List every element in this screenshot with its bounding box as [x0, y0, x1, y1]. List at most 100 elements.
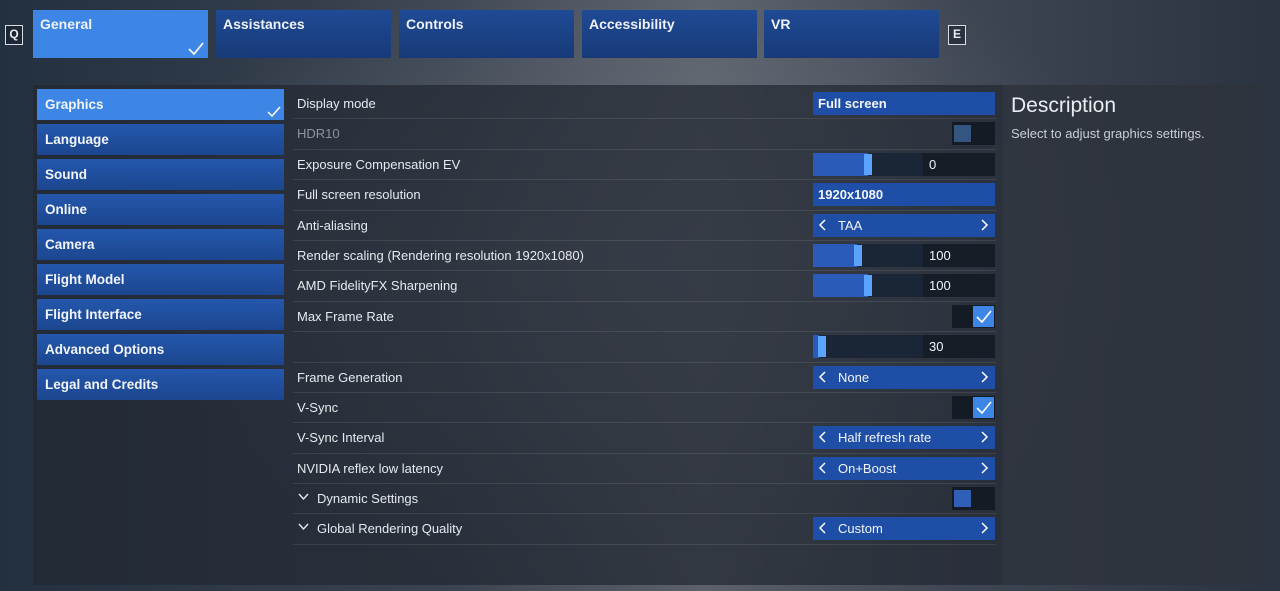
setting-label: Frame Generation: [297, 369, 403, 385]
render-scaling-slider[interactable]: 100: [813, 243, 995, 267]
sidebar-item-label: Flight Interface: [45, 307, 142, 322]
max-frame-rate-toggle[interactable]: [952, 304, 995, 328]
slider-track: [813, 274, 923, 298]
sidebar-item-camera[interactable]: Camera: [37, 229, 284, 260]
chevron-down-icon[interactable]: [298, 493, 309, 501]
slider-fill: [813, 243, 857, 267]
slider-thumb[interactable]: [864, 153, 872, 175]
check-icon: [267, 106, 281, 118]
chevron-left-icon[interactable]: [818, 219, 828, 231]
setting-row-frame-rate-limit: 30: [293, 332, 996, 363]
selector-value: On+Boost: [838, 460, 897, 476]
toggle-checked: [973, 396, 994, 418]
chevron-left-icon[interactable]: [818, 522, 828, 534]
sidebar-item-label: Legal and Credits: [45, 377, 159, 392]
chevron-left-icon[interactable]: [818, 431, 828, 443]
sidebar-item-label: Camera: [45, 237, 95, 252]
sidebar-item-graphics[interactable]: Graphics: [37, 89, 284, 120]
slider-thumb[interactable]: [864, 275, 872, 297]
slider-value: 30: [929, 339, 944, 355]
setting-row-vsync: V-Sync: [293, 393, 996, 424]
setting-row-vsync-interval: V-Sync Interval Half refresh rate: [293, 423, 996, 454]
setting-row-hdr10: HDR10: [293, 119, 996, 150]
key-hint-q[interactable]: Q: [5, 25, 23, 45]
global-quality-selector[interactable]: Custom: [813, 517, 995, 541]
tab-label: Accessibility: [589, 16, 675, 32]
setting-label: Max Frame Rate: [297, 308, 394, 324]
toggle-knob: [954, 490, 971, 508]
tab-accessibility[interactable]: Accessibility: [582, 10, 757, 58]
chevron-right-icon[interactable]: [979, 219, 989, 231]
top-tab-bar: Q General Assistances Controls Accessibi…: [0, 0, 1280, 66]
setting-label: Dynamic Settings: [317, 491, 419, 507]
chevron-right-icon[interactable]: [979, 370, 989, 383]
setting-label: Full screen resolution: [297, 187, 421, 203]
tab-label: Assistances: [223, 16, 305, 32]
frame-rate-limit-slider[interactable]: 30: [813, 335, 995, 359]
description-text: Select to adjust graphics settings.: [1011, 126, 1205, 141]
slider-thumb[interactable]: [854, 244, 862, 266]
sidebar-item-label: Graphics: [45, 97, 104, 112]
sidebar-item-label: Advanced Options: [45, 342, 165, 357]
description-panel: Description Select to adjust graphics se…: [1003, 85, 1261, 585]
slider-thumb[interactable]: [818, 336, 826, 358]
sidebar-item-legal-and-credits[interactable]: Legal and Credits: [37, 369, 284, 400]
tab-controls[interactable]: Controls: [399, 10, 574, 58]
key-hint-e[interactable]: E: [948, 25, 966, 45]
setting-row-render-scaling: Render scaling (Rendering resolution 192…: [293, 241, 996, 272]
sidebar-item-language[interactable]: Language: [37, 124, 284, 155]
exposure-slider[interactable]: 0: [813, 152, 995, 176]
anti-aliasing-selector[interactable]: TAA: [813, 213, 995, 237]
tab-assistances[interactable]: Assistances: [216, 10, 391, 58]
sidebar-item-sound[interactable]: Sound: [37, 159, 284, 190]
check-icon: [976, 310, 992, 323]
setting-row-display-mode: Display mode Full screen: [293, 89, 996, 120]
fsr-sharpening-slider[interactable]: 100: [813, 274, 995, 298]
display-mode-dropdown[interactable]: Full screen: [813, 92, 995, 115]
slider-track: [813, 243, 923, 267]
setting-row-anti-aliasing: Anti-aliasing TAA: [293, 211, 996, 241]
vsync-interval-selector[interactable]: Half refresh rate: [813, 426, 995, 450]
sidebar-item-label: Flight Model: [45, 272, 125, 287]
setting-row-exposure: Exposure Compensation EV 0: [293, 150, 996, 181]
setting-row-fsr-sharpening: AMD FidelityFX Sharpening 100: [293, 271, 996, 302]
frame-generation-selector[interactable]: None: [813, 365, 995, 389]
dynamic-settings-toggle[interactable]: [952, 487, 995, 511]
chevron-right-icon[interactable]: [979, 431, 989, 443]
sidebar-item-label: Sound: [45, 167, 87, 182]
sidebar: Graphics Language Sound Online Camera Fl…: [37, 89, 284, 404]
setting-label: V-Sync Interval: [297, 430, 385, 446]
slider-value: 0: [929, 156, 937, 172]
tab-vr[interactable]: VR: [764, 10, 939, 58]
setting-row-max-frame-rate: Max Frame Rate: [293, 302, 996, 333]
graphics-settings-list: Display mode Full screen HDR10 Exposure …: [293, 89, 996, 545]
chevron-left-icon[interactable]: [818, 370, 828, 383]
chevron-down-icon[interactable]: [298, 523, 309, 531]
sidebar-item-advanced-options[interactable]: Advanced Options: [37, 334, 284, 365]
slider-fill: [813, 152, 868, 176]
setting-label: Display mode: [297, 96, 376, 111]
resolution-dropdown[interactable]: 1920x1080: [813, 183, 995, 207]
setting-row-global-rendering-quality[interactable]: Global Rendering Quality Custom: [293, 514, 996, 545]
sidebar-item-flight-interface[interactable]: Flight Interface: [37, 299, 284, 330]
sidebar-item-label: Language: [45, 132, 109, 147]
sidebar-item-label: Online: [45, 202, 88, 217]
hdr10-toggle[interactable]: [952, 122, 995, 146]
tab-general[interactable]: General: [33, 10, 208, 58]
slider-track: [813, 335, 923, 359]
selector-value: None: [838, 369, 870, 385]
slider-track: [813, 152, 923, 176]
nvidia-reflex-selector[interactable]: On+Boost: [813, 456, 995, 480]
setting-label: NVIDIA reflex low latency: [297, 460, 443, 476]
chevron-left-icon[interactable]: [818, 462, 828, 474]
setting-label: AMD FidelityFX Sharpening: [297, 278, 458, 294]
sidebar-item-online[interactable]: Online: [37, 194, 284, 225]
sidebar-item-flight-model[interactable]: Flight Model: [37, 264, 284, 295]
chevron-right-icon[interactable]: [979, 462, 989, 474]
vsync-toggle[interactable]: [952, 395, 995, 419]
chevron-right-icon[interactable]: [979, 522, 989, 534]
slider-value: 100: [929, 278, 951, 294]
tab-label: General: [40, 16, 93, 32]
setting-row-dynamic-settings[interactable]: Dynamic Settings: [293, 484, 996, 515]
setting-row-frame-generation: Frame Generation None: [293, 363, 996, 393]
